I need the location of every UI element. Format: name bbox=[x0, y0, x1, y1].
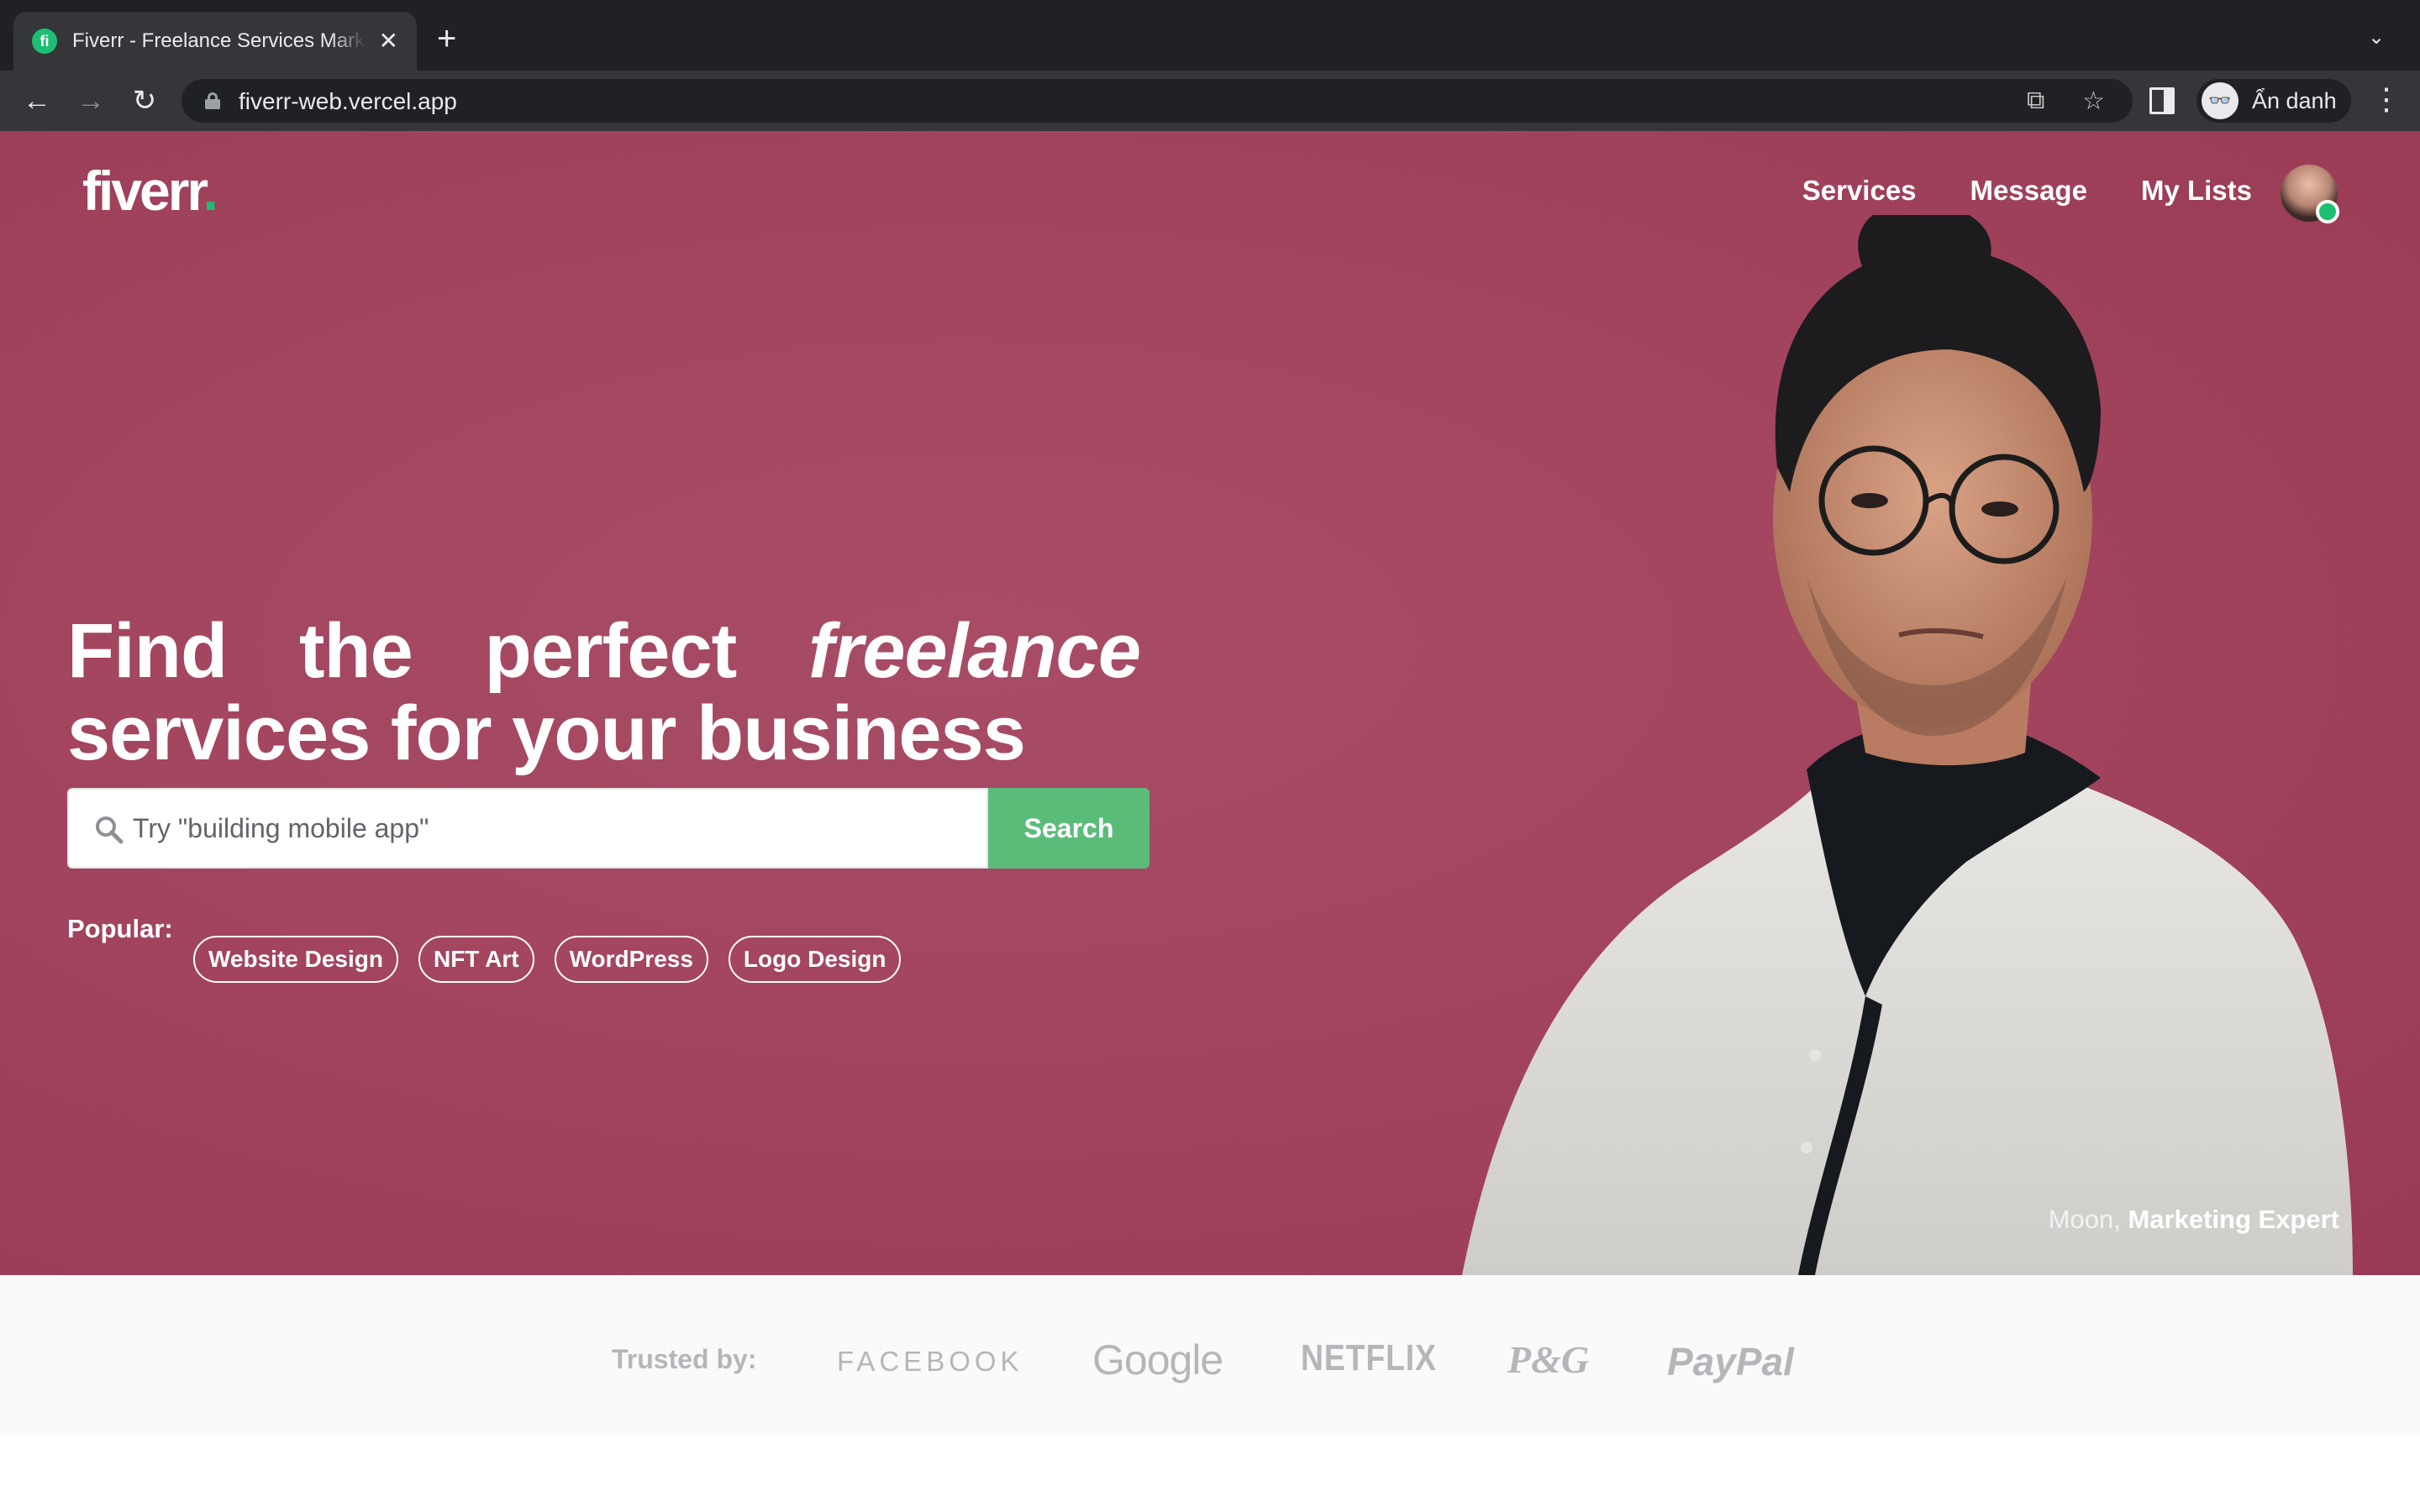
tab-title: Fiverr - Freelance Services Marketplace bbox=[72, 29, 366, 52]
netflix-logo: NETFLIX bbox=[1301, 1337, 1437, 1378]
popular-label: Popular: bbox=[67, 914, 173, 943]
search-icon bbox=[96, 816, 124, 844]
browser-tab-strip: fi Fiverr - Freelance Services Marketpla… bbox=[0, 0, 2420, 71]
browser-toolbar: ← → ↻ fiverr-web.vercel.app ⧉ ☆ 👓 Ẩn dan… bbox=[0, 71, 2420, 131]
hero-headline: Find the perfect freelance services for … bbox=[67, 610, 1143, 774]
incognito-icon: 👓 bbox=[2202, 82, 2238, 119]
forward-arrow-icon[interactable]: → bbox=[72, 82, 109, 119]
pg-logo: P&G bbox=[1507, 1338, 1590, 1381]
google-logo: Google bbox=[1092, 1336, 1223, 1383]
headline-word: the bbox=[298, 608, 413, 694]
popular-tag-website-design[interactable]: Website Design bbox=[193, 936, 398, 983]
hero-person-image bbox=[1462, 215, 2353, 1275]
popular-tag-logo-design[interactable]: Logo Design bbox=[728, 936, 902, 983]
headline-line-1: Find the perfect freelance bbox=[67, 608, 1141, 694]
popular-tag-wordpress[interactable]: WordPress bbox=[554, 936, 708, 983]
incognito-profile-button[interactable]: 👓 Ẩn danh bbox=[2196, 79, 2351, 123]
trusted-by-bar: Trusted by: FACEBOOK Google NETFLIX P&G … bbox=[0, 1275, 2420, 1435]
caption-role: Marketing Expert bbox=[2128, 1205, 2339, 1234]
profile-label: Ẩn danh bbox=[2252, 87, 2337, 113]
hero-caption: Moon, Marketing Expert bbox=[2049, 1205, 2339, 1235]
star-bookmark-icon[interactable]: ☆ bbox=[2082, 87, 2105, 116]
fiverr-logo[interactable]: fiverr. bbox=[82, 163, 218, 218]
back-arrow-icon[interactable]: ← bbox=[18, 82, 55, 119]
search-button[interactable]: Search bbox=[988, 788, 1150, 869]
popular-tags: Website Design NFT Art WordPress Logo De… bbox=[193, 936, 902, 983]
url-text[interactable]: fiverr-web.vercel.app bbox=[239, 88, 457, 115]
caption-name: Moon, bbox=[2048, 1205, 2121, 1234]
browser-tab[interactable]: fi Fiverr - Freelance Services Marketpla… bbox=[13, 12, 417, 71]
trusted-label: Trusted by: bbox=[612, 1344, 757, 1374]
headline-word: perfect bbox=[484, 608, 738, 694]
facebook-logo: FACEBOOK bbox=[837, 1346, 1023, 1377]
address-bar[interactable]: fiverr-web.vercel.app ⧉ ☆ bbox=[182, 79, 2133, 123]
lock-icon[interactable] bbox=[205, 92, 220, 109]
paypal-logo: PayPal bbox=[1667, 1340, 1794, 1383]
nav-my-lists[interactable]: My Lists bbox=[2141, 175, 2252, 207]
headline-word: Find bbox=[67, 608, 228, 694]
close-icon[interactable]: ✕ bbox=[379, 29, 398, 53]
main-nav: Services Message My Lists bbox=[1802, 175, 2252, 207]
logo-dot: . bbox=[203, 160, 218, 222]
more-menu-icon[interactable]: ⋮ bbox=[2371, 84, 2402, 114]
popular-tag-nft-art[interactable]: NFT Art bbox=[418, 936, 534, 983]
chevron-down-icon[interactable]: ⌄ bbox=[2368, 25, 2385, 50]
logo-text: fiverr bbox=[82, 160, 205, 222]
reload-icon[interactable]: ↻ bbox=[126, 82, 163, 119]
side-panel-icon[interactable] bbox=[2149, 87, 2175, 114]
headline-word-italic: freelance bbox=[808, 608, 1141, 694]
fiverr-favicon-icon: fi bbox=[32, 29, 57, 54]
headline-line-2: services for your business bbox=[67, 690, 1026, 776]
new-tab-plus-icon[interactable]: + bbox=[437, 22, 456, 55]
search-field-container bbox=[67, 788, 988, 869]
hero-section: fiverr. Services Message My Lists Find t… bbox=[0, 131, 2420, 1275]
search-bar: Search bbox=[67, 788, 1150, 869]
translate-icon[interactable]: ⧉ bbox=[2027, 87, 2044, 115]
search-input[interactable] bbox=[133, 812, 986, 844]
nav-message[interactable]: Message bbox=[1970, 175, 2087, 207]
nav-services[interactable]: Services bbox=[1802, 175, 1917, 207]
